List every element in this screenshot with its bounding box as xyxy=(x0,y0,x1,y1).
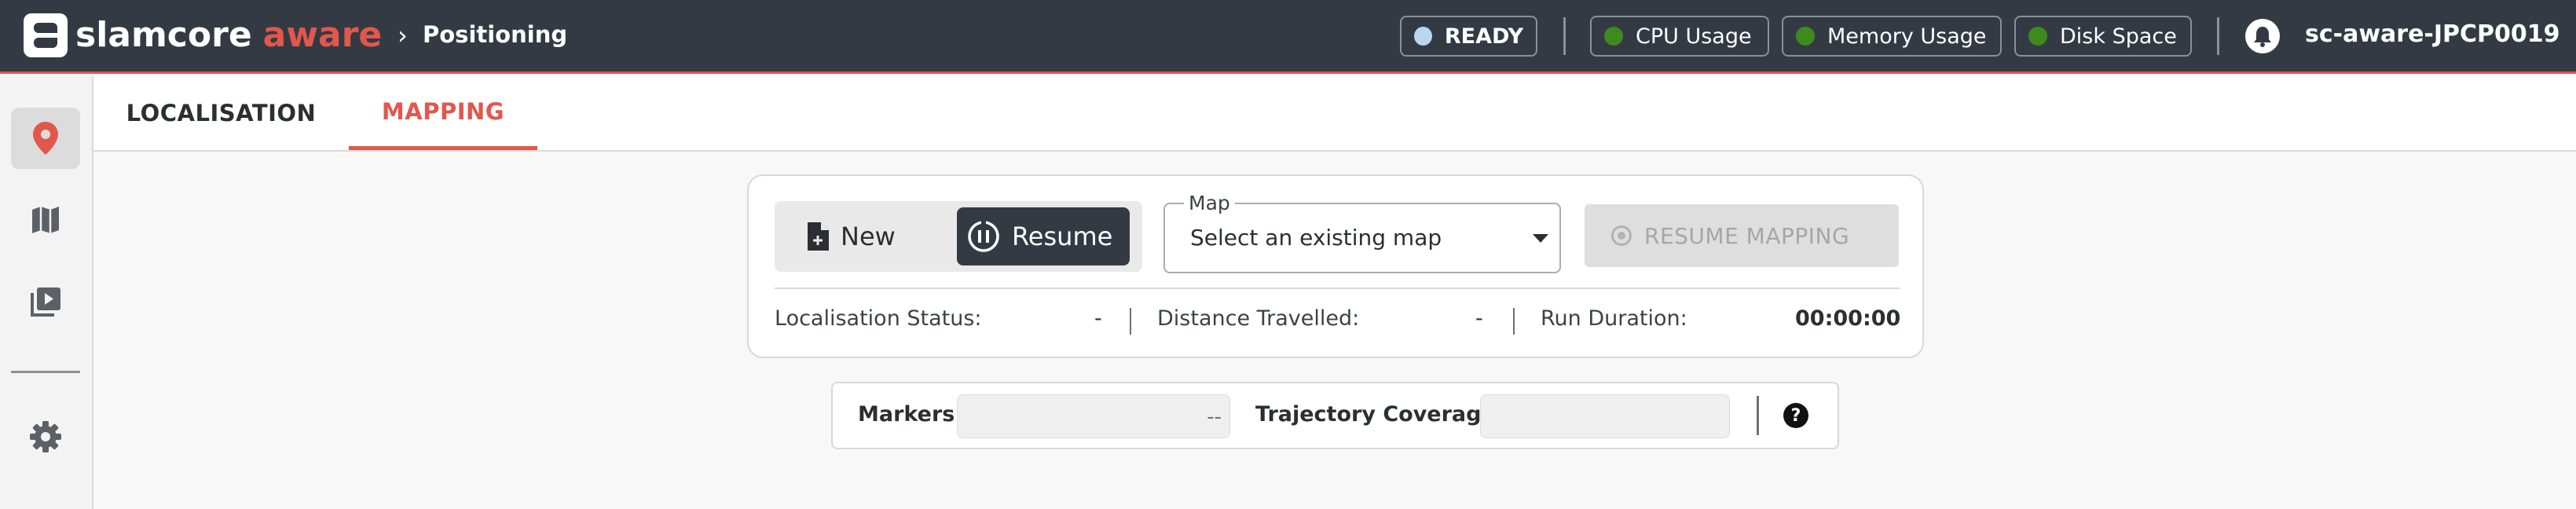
disk-space-indicator[interactable]: Disk Space xyxy=(2014,16,2192,57)
new-map-button[interactable]: New xyxy=(781,207,944,265)
divider xyxy=(1757,396,1759,435)
markers-card: Markers: -- Trajectory Coverage: ? xyxy=(831,382,1839,449)
markers-field: -- xyxy=(957,394,1230,438)
status-dot-icon xyxy=(2028,27,2047,46)
divider xyxy=(1130,308,1131,335)
cpu-usage-label: CPU Usage xyxy=(1636,24,1752,49)
mapping-card: New Resume Map Select an existing map RE… xyxy=(747,174,1924,358)
map-select-legend: Map xyxy=(1184,192,1235,214)
trajectory-coverage-label: Trajectory Coverage: xyxy=(1255,402,1504,427)
map-icon xyxy=(32,207,59,233)
status-dot-icon xyxy=(1604,27,1623,46)
divider xyxy=(1563,17,1566,55)
tab-bar: LOCALISATION MAPPING xyxy=(93,76,2576,152)
run-duration-value: 00:00:00 xyxy=(1795,306,1901,331)
distance-travelled-value: - xyxy=(1475,306,1483,331)
resume-map-label: Resume xyxy=(1012,222,1113,251)
status-dot-icon xyxy=(1414,27,1432,46)
resume-icon xyxy=(968,221,999,252)
resume-mapping-button[interactable]: RESUME MAPPING xyxy=(1585,204,1899,267)
bell-icon[interactable] xyxy=(2245,19,2280,53)
markers-value: -- xyxy=(1207,405,1222,429)
sidebar-item-maps[interactable] xyxy=(11,189,80,251)
resume-mapping-label: RESUME MAPPING xyxy=(1644,222,1850,249)
divider xyxy=(2217,17,2219,55)
brand-primary: slamcore xyxy=(75,15,252,55)
sidebar xyxy=(0,76,93,509)
sidebar-divider xyxy=(11,371,80,373)
chevron-down-icon xyxy=(1533,234,1548,243)
breadcrumb-separator: › xyxy=(398,20,408,50)
brand-secondary: aware xyxy=(262,15,383,55)
map-select[interactable]: Map Select an existing map xyxy=(1163,192,1561,273)
new-map-label: New xyxy=(841,222,896,251)
memory-usage-label: Memory Usage xyxy=(1827,24,1987,49)
tab-localisation[interactable]: LOCALISATION xyxy=(93,76,349,150)
memory-usage-indicator[interactable]: Memory Usage xyxy=(1782,16,2002,57)
tab-mapping[interactable]: MAPPING xyxy=(349,76,537,150)
top-bar: slamcore aware › Positioning READY CPU Us… xyxy=(0,0,2576,74)
logo[interactable]: slamcore aware xyxy=(24,13,382,57)
sidebar-item-settings[interactable] xyxy=(11,406,80,467)
sidebar-item-positioning[interactable] xyxy=(11,108,80,169)
trajectory-coverage-field xyxy=(1480,394,1730,438)
ready-status-badge[interactable]: READY xyxy=(1400,16,1537,57)
divider xyxy=(1513,308,1515,335)
map-select-value: Select an existing map xyxy=(1190,225,1442,251)
slamcore-logo-icon xyxy=(24,13,68,57)
record-icon xyxy=(1611,225,1632,246)
location-pin-icon xyxy=(33,122,58,155)
sidebar-item-recordings[interactable] xyxy=(11,271,80,332)
breadcrumb: Positioning xyxy=(423,21,568,48)
markers-label: Markers: xyxy=(858,402,964,427)
mode-toggle: New Resume xyxy=(775,201,1142,272)
video-library-icon xyxy=(31,287,60,317)
device-name[interactable]: sc-aware-JPCP0019 xyxy=(2305,20,2560,48)
help-icon[interactable]: ? xyxy=(1783,403,1808,428)
new-file-icon xyxy=(808,222,829,251)
cpu-usage-indicator[interactable]: CPU Usage xyxy=(1590,16,1769,57)
status-dot-icon xyxy=(1796,27,1815,46)
distance-travelled-label: Distance Travelled: xyxy=(1157,306,1360,331)
resume-map-button[interactable]: Resume xyxy=(957,207,1130,265)
disk-space-label: Disk Space xyxy=(2060,24,2177,49)
localisation-status-label: Localisation Status: xyxy=(775,306,982,331)
localisation-status-value: - xyxy=(1094,306,1102,331)
brand-name: slamcore aware xyxy=(75,13,382,57)
run-duration-label: Run Duration: xyxy=(1541,306,1687,331)
divider xyxy=(775,287,1900,289)
ready-status-label: READY xyxy=(1444,24,1523,49)
gear-icon xyxy=(30,421,61,452)
